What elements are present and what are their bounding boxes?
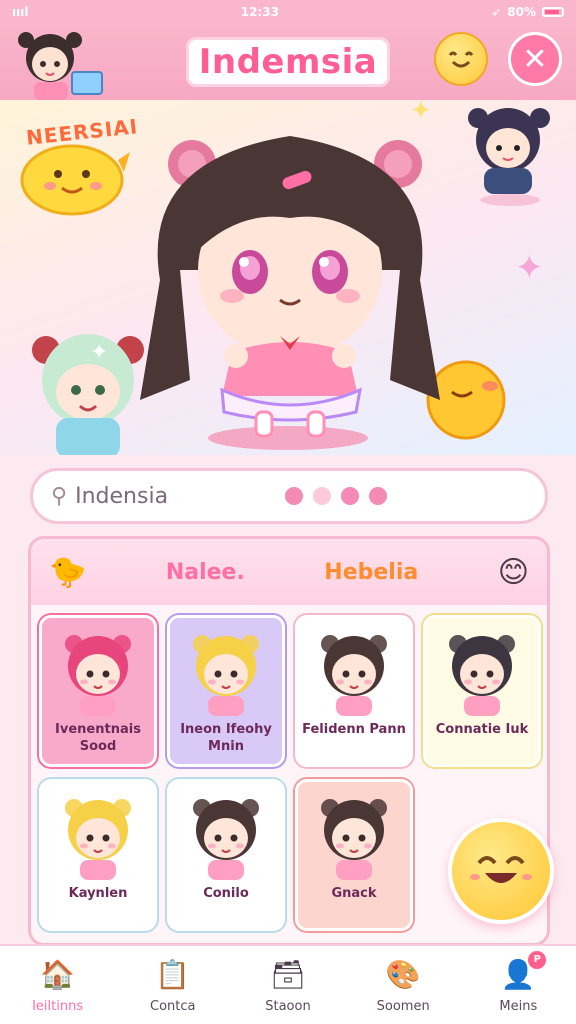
search-input[interactable]	[75, 483, 276, 509]
character-card-label: Kaynlen	[68, 886, 128, 901]
search-bar[interactable]: ⚲	[30, 468, 548, 524]
battery-icon	[541, 7, 564, 17]
nav-label: Staoon	[265, 998, 311, 1014]
status-time: 12:33	[240, 5, 279, 19]
character-card-label: Gnack	[331, 886, 377, 901]
hero-illustration	[20, 108, 550, 455]
nav-label: Contca	[150, 998, 196, 1014]
home-icon: 🏠	[40, 958, 76, 991]
pagination-dot[interactable]	[341, 487, 360, 505]
mascot-avatar	[10, 24, 110, 100]
panel-tabs: 🐤 Nalee. Hebelia 😊	[31, 539, 547, 605]
search-icon[interactable]: ⚲	[51, 484, 67, 509]
character-card[interactable]: Ineon Ifeohy Mnin	[167, 615, 285, 767]
app-title: Indemsia	[185, 37, 391, 87]
character-avatar-icon	[449, 635, 515, 716]
character-card[interactable]: Felidenn Pann	[295, 615, 413, 767]
nav-label: Meins	[499, 998, 538, 1014]
smiley-icon	[470, 856, 532, 883]
sparkle-icon: ✦	[515, 248, 544, 288]
smiley-icon[interactable]	[434, 32, 488, 86]
character-avatar-icon	[193, 799, 259, 880]
character-avatar-icon	[65, 799, 131, 880]
status-bar: ıııl 12:33 ➶ 80%	[0, 0, 576, 24]
character-card-label: Conilo	[203, 886, 249, 901]
character-card-label: Ineon Ifeohy Mnin	[180, 722, 272, 754]
character-card[interactable]: Gnack	[295, 779, 413, 931]
heart-smiley-icon: 😊	[497, 554, 529, 590]
sparkle-icon: ✦	[410, 100, 432, 126]
document-icon: 📋	[155, 958, 191, 991]
character-avatar-icon	[65, 635, 131, 716]
pagination-dots	[285, 487, 388, 505]
nav-item-1[interactable]: 🏠 Ieiltinns	[8, 957, 108, 1014]
storage-box-icon: 🗃	[270, 958, 306, 991]
character-card-label: Ivenentnais Sood	[55, 722, 141, 754]
character-card-label: Connatie Iuk	[435, 722, 529, 737]
pagination-dot[interactable]	[285, 487, 304, 505]
character-card-label: Felidenn Pann	[302, 722, 406, 737]
chick-gift-icon: 🐤	[49, 554, 87, 590]
pagination-dot[interactable]	[369, 487, 388, 505]
character-card[interactable]: Ivenentnais Sood	[39, 615, 157, 767]
nav-label: Ieiltinns	[32, 998, 84, 1014]
nav-item-3[interactable]: 🗃 Staoon	[238, 957, 338, 1014]
bottom-nav: 🏠 Ieiltinns 📋 Contca 🗃 Staoon 🎨 Soomen 👤 Meins P	[0, 944, 576, 1024]
signal-icon: ıııl	[12, 5, 29, 19]
character-card[interactable]: Kaynlen	[39, 779, 157, 931]
tab-hebelia[interactable]: Hebelia	[324, 560, 418, 585]
character-avatar-icon	[321, 799, 387, 880]
battery-label: 80%	[507, 5, 536, 19]
status-right: ➶ 80%	[491, 5, 564, 19]
pagination-dot[interactable]	[313, 487, 332, 505]
paint-icon: 🎨	[385, 958, 421, 991]
smiley-fab-button[interactable]	[448, 818, 554, 924]
character-avatar-icon	[321, 635, 387, 716]
notification-badge: P	[528, 950, 547, 969]
nav-item-2[interactable]: 📋 Contca	[123, 957, 223, 1014]
nav-label: Soomen	[376, 998, 430, 1014]
app-header: Indemsia ✕	[0, 24, 576, 100]
sparkle-icon: ✦	[90, 340, 109, 365]
wifi-icon: ➶	[491, 5, 502, 19]
close-icon[interactable]: ✕	[508, 32, 562, 86]
character-card[interactable]: Connatie Iuk	[423, 615, 541, 767]
tab-nalee[interactable]: Nalee.	[166, 560, 245, 585]
nav-item-4[interactable]: 🎨 Soomen	[353, 957, 453, 1014]
character-card[interactable]: Conilo	[167, 779, 285, 931]
hero-banner: NEERSIAI ✦ ✦ ✦	[0, 100, 576, 455]
nav-item-5[interactable]: 👤 Meins P	[468, 950, 568, 1014]
character-avatar-icon	[193, 635, 259, 716]
